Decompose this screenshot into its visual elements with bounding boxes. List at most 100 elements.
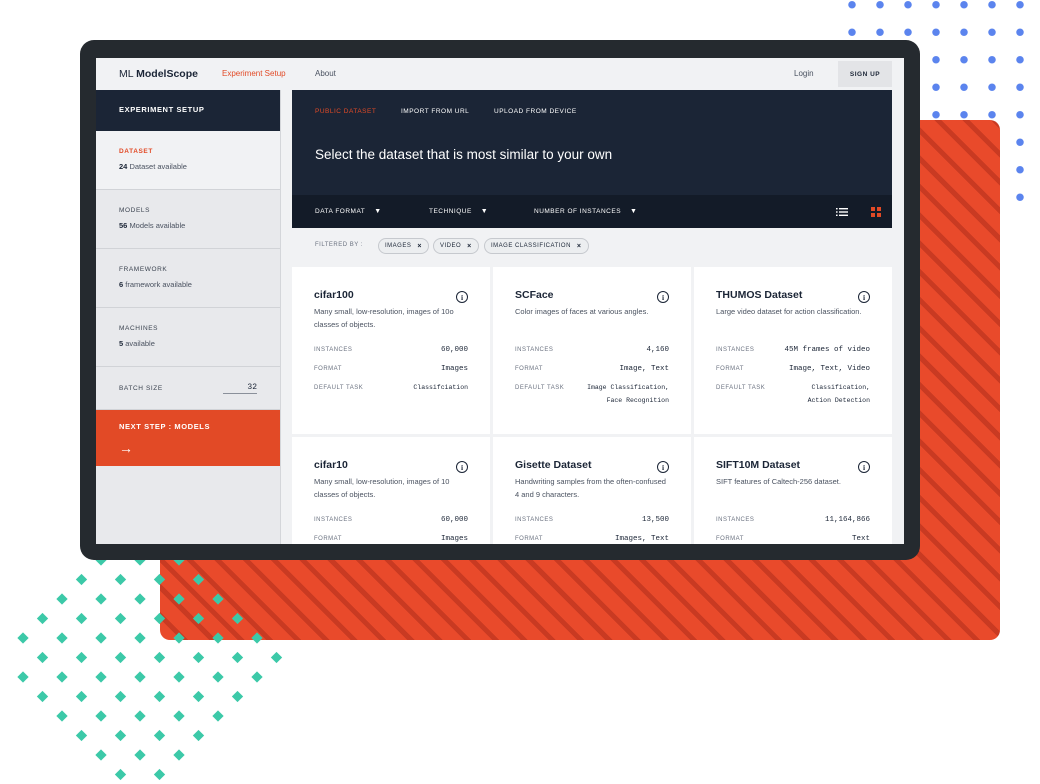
sidebar-item-machines[interactable]: MACHINES 5 available (96, 308, 280, 367)
prop-label: FORMAT (716, 366, 744, 372)
green-diamond (36, 612, 49, 625)
dataset-card[interactable]: SCFace i Color images of faces at variou… (493, 267, 691, 434)
tab-import-from-url[interactable]: IMPORT FROM URL (401, 108, 469, 115)
dropdown-label: DATA FORMAT (315, 208, 366, 215)
prop-label: INSTANCES (515, 347, 554, 353)
green-diamond (231, 612, 244, 625)
info-icon[interactable]: i (657, 291, 669, 303)
grid-view-icon[interactable] (870, 206, 882, 218)
green-diamond (192, 690, 205, 703)
green-diamond (251, 632, 263, 644)
green-diamond (56, 710, 68, 722)
green-diamond (75, 612, 88, 625)
filter-chip-images[interactable]: IMAGES × (378, 238, 429, 254)
sidebar-item-sub: 24 Dataset available (119, 162, 257, 171)
info-icon[interactable]: i (858, 461, 870, 473)
main-content: PUBLIC DATASET IMPORT FROM URL UPLOAD FR… (292, 90, 892, 544)
sidebar-item-sub: 5 available (119, 339, 257, 348)
card-title: cifar100 (314, 289, 354, 301)
dataset-card[interactable]: Gisette Dataset i Handwriting samples fr… (493, 437, 691, 544)
dataset-card[interactable]: THUMOS Dataset i Large video dataset for… (694, 267, 892, 434)
batch-size-input[interactable] (223, 382, 257, 394)
info-icon[interactable]: i (456, 461, 468, 473)
dataset-card[interactable]: SIFT10M Dataset i SIFT features of Calte… (694, 437, 892, 544)
green-diamond (134, 749, 146, 761)
instances-value: 13,500 (641, 516, 669, 524)
sidebar-item-count: 6 (119, 280, 124, 289)
sidebar-item-framework[interactable]: FRAMEWORK 6 framework available (96, 249, 280, 308)
tab-upload-from-device[interactable]: UPLOAD FROM DEVICE (494, 108, 577, 115)
sidebar-item-label: MODELS (119, 207, 151, 214)
sidebar-item-label: DATASET (119, 148, 153, 155)
dropdown-label: NUMBER OF INSTANCES (534, 208, 622, 215)
instances-value: 45M frames of video (784, 346, 870, 354)
close-icon[interactable]: × (467, 243, 472, 250)
dataset-card[interactable]: cifar10 i Many small, low-resolution, im… (292, 437, 490, 544)
dropdown-label: TECHNIQUE (429, 208, 472, 215)
data-format-dropdown[interactable]: DATA FORMAT ▼ (315, 208, 382, 215)
card-description: Many small, low-resolution, images of 10… (314, 477, 450, 499)
green-diamond (114, 690, 127, 703)
green-diamond (153, 612, 166, 625)
close-icon[interactable]: × (577, 243, 582, 250)
prop-label: FORMAT (515, 366, 543, 372)
chip-label: VIDEO (440, 243, 462, 249)
task-value: Classifciation (413, 384, 468, 391)
technique-dropdown[interactable]: TECHNIQUE ▼ (429, 208, 488, 215)
info-icon[interactable]: i (657, 461, 669, 473)
nav-experiment-setup[interactable]: Experiment Setup (222, 69, 286, 78)
green-diamond (212, 671, 224, 683)
green-diamond (192, 612, 205, 625)
brand-logo[interactable]: ML ModelScope (119, 68, 198, 80)
info-icon[interactable]: i (858, 291, 870, 303)
laptop-frame: ML ModelScope Experiment Setup About Log… (80, 40, 920, 560)
card-description: Handwriting samples from the often-confu… (515, 477, 666, 499)
signup-button[interactable]: SIGN UP (838, 61, 892, 87)
hero-banner: PUBLIC DATASET IMPORT FROM URL UPLOAD FR… (292, 90, 892, 195)
brand-name: ModelScope (136, 68, 198, 80)
green-diamond (114, 729, 127, 742)
info-icon[interactable]: i (456, 291, 468, 303)
green-diamond (75, 573, 88, 586)
active-filters: FILTERED BY : IMAGES × VIDEO × IMAGE CLASS… (292, 228, 892, 266)
task-value: Image Classification, Face Recognition (587, 384, 669, 404)
sidebar-item-text: Dataset available (129, 162, 187, 171)
login-link[interactable]: Login (794, 69, 814, 78)
green-diamond (153, 651, 166, 664)
task-value: Classification, Action Detection (807, 384, 870, 404)
green-diamond (95, 671, 107, 683)
nav-about[interactable]: About (315, 69, 336, 78)
instances-dropdown[interactable]: NUMBER OF INSTANCES ▼ (534, 208, 637, 215)
prop-label: FORMAT (716, 536, 744, 542)
green-diamond (173, 632, 185, 644)
close-icon[interactable]: × (417, 243, 422, 250)
green-diamond (173, 593, 185, 605)
list-view-icon[interactable] (836, 206, 848, 218)
chip-label: IMAGE CLASSIFICATION (491, 243, 571, 249)
green-diamond (173, 671, 185, 683)
sidebar-item-count: 5 (119, 339, 124, 348)
green-diamond (36, 690, 49, 703)
instances-value: 11,164,866 (824, 516, 870, 524)
sidebar-item-dataset[interactable]: DATASET 24 Dataset available (96, 131, 280, 190)
next-step-button[interactable]: NEXT STEP : MODELS → (96, 410, 280, 466)
instances-value: 60,000 (440, 516, 468, 524)
filter-chip-video[interactable]: VIDEO × (433, 238, 479, 254)
format-value: Image, Text (619, 365, 669, 373)
green-diamond (153, 768, 166, 781)
prop-label: FORMAT (314, 366, 342, 372)
sidebar-item-count: 24 (119, 162, 128, 171)
filter-chip-image-classification[interactable]: IMAGE CLASSIFICATION × (484, 238, 589, 254)
green-diamond (134, 632, 146, 644)
tab-public-dataset[interactable]: PUBLIC DATASET (315, 108, 376, 115)
green-diamond (134, 671, 146, 683)
green-diamond (231, 690, 244, 703)
green-diamond (95, 749, 107, 761)
green-diamond (134, 710, 146, 722)
green-diamond (95, 593, 107, 605)
sidebar-item-models[interactable]: MODELS 56 Models available (96, 190, 280, 249)
dataset-card[interactable]: cifar100 i Many small, low-resolution, i… (292, 267, 490, 434)
card-title: THUMOS Dataset (716, 289, 803, 301)
sidebar-item-label: MACHINES (119, 325, 159, 332)
format-value: Images (440, 365, 468, 373)
